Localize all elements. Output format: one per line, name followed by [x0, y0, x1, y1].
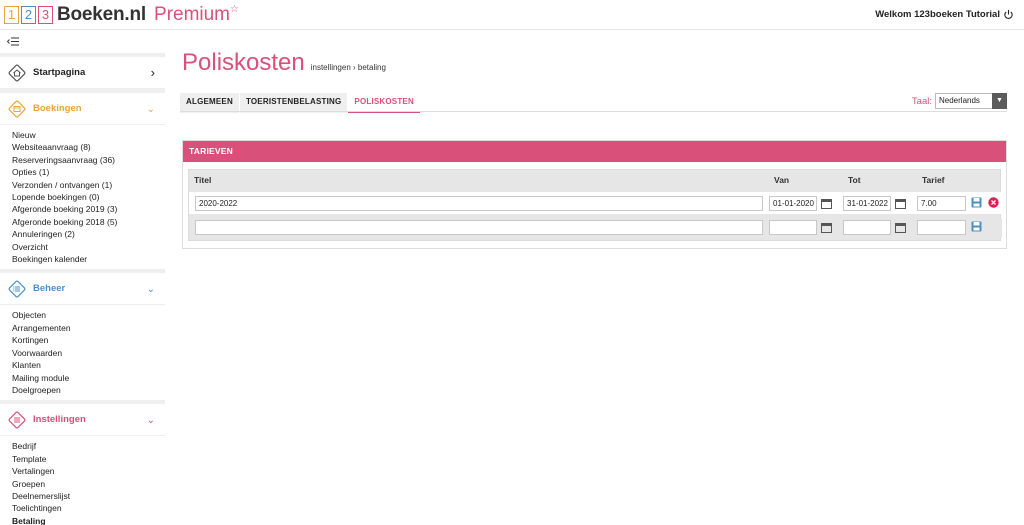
chevron-right-icon: ›: [150, 65, 155, 80]
home-icon: [8, 64, 26, 81]
beheer-list: Objecten Arrangementen Kortingen Voorwaa…: [0, 305, 165, 400]
logo-brand: Boeken.nl: [57, 4, 146, 25]
tot-date-input[interactable]: 31-01-2022: [843, 196, 891, 211]
tabs-divider: [180, 111, 1007, 112]
sidebar-link[interactable]: Vertalingen: [12, 465, 165, 477]
van-date-input[interactable]: 01-01-2020: [769, 196, 817, 211]
sidebar-item-instellingen[interactable]: Instellingen ⌄: [0, 404, 165, 437]
breadcrumb[interactable]: instellingen › betaling: [311, 63, 386, 72]
sidebar-link[interactable]: Kortingen: [12, 334, 165, 346]
sidebar-link[interactable]: Annuleringen (2): [12, 228, 165, 240]
sidebar-toggle[interactable]: [0, 31, 165, 53]
sidebar-link[interactable]: Deelnemerslijst: [12, 490, 165, 502]
panel-boekingen: Boekingen ⌄ Nieuw Websiteaanvraag (8) Re…: [0, 93, 165, 270]
settings-icon: [8, 411, 26, 429]
logo-premium: Premium: [154, 4, 231, 25]
welcome-user: Welkom 123boeken Tutorial: [875, 9, 1014, 20]
delete-icon[interactable]: [988, 197, 999, 208]
panel-startpagina: Startpagina ›: [0, 57, 165, 89]
menu-collapse-icon[interactable]: [7, 37, 19, 46]
sidebar-link[interactable]: Lopende boekingen (0): [12, 191, 165, 203]
panel-instellingen: Instellingen ⌄ Bedrijf Template Vertalin…: [0, 404, 165, 525]
section-title: TARIEVEN: [183, 141, 1006, 162]
dropdown-arrow-icon[interactable]: ▼: [992, 93, 1007, 109]
calendar-icon[interactable]: [821, 222, 832, 233]
power-icon[interactable]: [1003, 9, 1014, 20]
sidebar-link[interactable]: Reserveringsaanvraag (36): [12, 154, 165, 166]
van-date-input-new[interactable]: [769, 220, 817, 235]
chevron-down-icon: ⌄: [146, 104, 155, 115]
instellingen-list: Bedrijf Template Vertalingen Groepen Dee…: [0, 436, 165, 525]
sidebar-link[interactable]: Klanten: [12, 359, 165, 371]
logo-digit-1: 1: [4, 6, 19, 24]
sidebar-link[interactable]: Bedrijf: [12, 440, 165, 452]
sidebar-link[interactable]: Overzicht: [12, 241, 165, 253]
language-picker: Taal: Nederlands ▼: [912, 93, 1007, 109]
welcome-text: Welkom 123boeken Tutorial: [875, 9, 1000, 20]
tarief-input-new[interactable]: [917, 220, 966, 235]
sidebar-link[interactable]: Afgeronde boeking 2018 (5): [12, 216, 165, 228]
tot-date-input-new[interactable]: [843, 220, 891, 235]
logo-digit-2: 2: [21, 6, 36, 24]
column-header-titel: Titel: [194, 175, 212, 185]
chevron-down-icon: ⌄: [146, 284, 155, 296]
save-icon[interactable]: [971, 197, 982, 208]
column-header-van: Van: [774, 175, 790, 185]
sidebar-link[interactable]: Voorwaarden: [12, 347, 165, 359]
sidebar-item-label: Startpagina: [33, 67, 86, 78]
sidebar-link[interactable]: Doelgroepen: [12, 384, 165, 396]
title-row: Poliskosten instellingen › betaling: [182, 49, 386, 77]
chevron-down-icon: ⌄: [146, 415, 155, 427]
sidebar-item-beheer[interactable]: Beheer ⌄: [0, 273, 165, 306]
sidebar-link[interactable]: Verzonden / ontvangen (1): [12, 179, 165, 191]
save-icon[interactable]: [971, 221, 982, 232]
sidebar-link[interactable]: Groepen: [12, 478, 165, 490]
sidebar-link[interactable]: Afgeronde boeking 2019 (3): [12, 203, 165, 215]
language-label: Taal:: [911, 95, 932, 107]
tab-poliskosten[interactable]: POLISKOSTEN: [348, 93, 420, 113]
titel-input[interactable]: 2020-2022: [195, 196, 763, 211]
calendar-icon[interactable]: [895, 222, 906, 233]
titel-input-new[interactable]: [195, 220, 763, 235]
sidebar-item-label: Beheer: [33, 283, 66, 295]
calendar-icon: [8, 100, 26, 117]
sidebar-link[interactable]: Arrangementen: [12, 322, 165, 334]
sidebar-link[interactable]: Nieuw: [12, 129, 165, 141]
column-header-tarief: Tarief: [922, 175, 945, 185]
tab-toeristenbelasting[interactable]: TOERISTENBELASTING: [239, 93, 348, 113]
sidebar-link[interactable]: Boekingen kalender: [12, 253, 165, 265]
tarieven-panel: TARIEVEN Titel Van Tot Tarief 2020-2022 …: [182, 140, 1007, 249]
sidebar-item-startpagina[interactable]: Startpagina ›: [0, 57, 165, 89]
logo-digit-3: 3: [38, 6, 53, 24]
column-header-tot: Tot: [848, 175, 861, 185]
calendar-icon[interactable]: [895, 198, 906, 209]
sidebar-link[interactable]: Websiteaanvraag (8): [12, 141, 165, 153]
tarief-input[interactable]: 7.00: [917, 196, 966, 211]
main-content: Poliskosten instellingen › betaling ALGE…: [165, 31, 1024, 525]
sidebar-link[interactable]: Mailing module: [12, 372, 165, 384]
calendar-icon[interactable]: [821, 198, 832, 209]
tab-algemeen[interactable]: ALGEMEEN: [180, 93, 239, 113]
tarieven-table: Titel Van Tot Tarief 2020-2022 01-01-202…: [188, 169, 1002, 241]
sidebar-item-label: Instellingen: [33, 414, 86, 426]
list-icon: [8, 280, 26, 298]
language-value: Nederlands: [939, 96, 980, 105]
logo[interactable]: 1 2 3 Boeken.nl Premium ☆: [4, 4, 239, 26]
sidebar-link-active[interactable]: Betaling: [12, 515, 165, 525]
boekingen-list: Nieuw Websiteaanvraag (8) Reserveringsaa…: [0, 125, 165, 269]
sidebar-link[interactable]: Objecten: [12, 309, 165, 321]
page-title: Poliskosten: [182, 49, 305, 76]
sidebar-item-label: Boekingen: [33, 103, 82, 114]
sidebar-link[interactable]: Template: [12, 453, 165, 465]
sidebar-link[interactable]: Opties (1): [12, 166, 165, 178]
sidebar: Startpagina › Boekingen ⌄ Nieuw Websitea…: [0, 31, 165, 525]
sidebar-item-boekingen[interactable]: Boekingen ⌄: [0, 93, 165, 125]
tab-bar: ALGEMEEN TOERISTENBELASTING POLISKOSTEN: [180, 93, 421, 113]
top-bar: 1 2 3 Boeken.nl Premium ☆ Welkom 123boeke…: [0, 0, 1024, 30]
panel-beheer: Beheer ⌄ Objecten Arrangementen Kortinge…: [0, 273, 165, 401]
sidebar-link[interactable]: Toelichtingen: [12, 502, 165, 514]
star-icon: ☆: [230, 3, 239, 15]
language-select[interactable]: Nederlands ▼: [935, 93, 1007, 109]
